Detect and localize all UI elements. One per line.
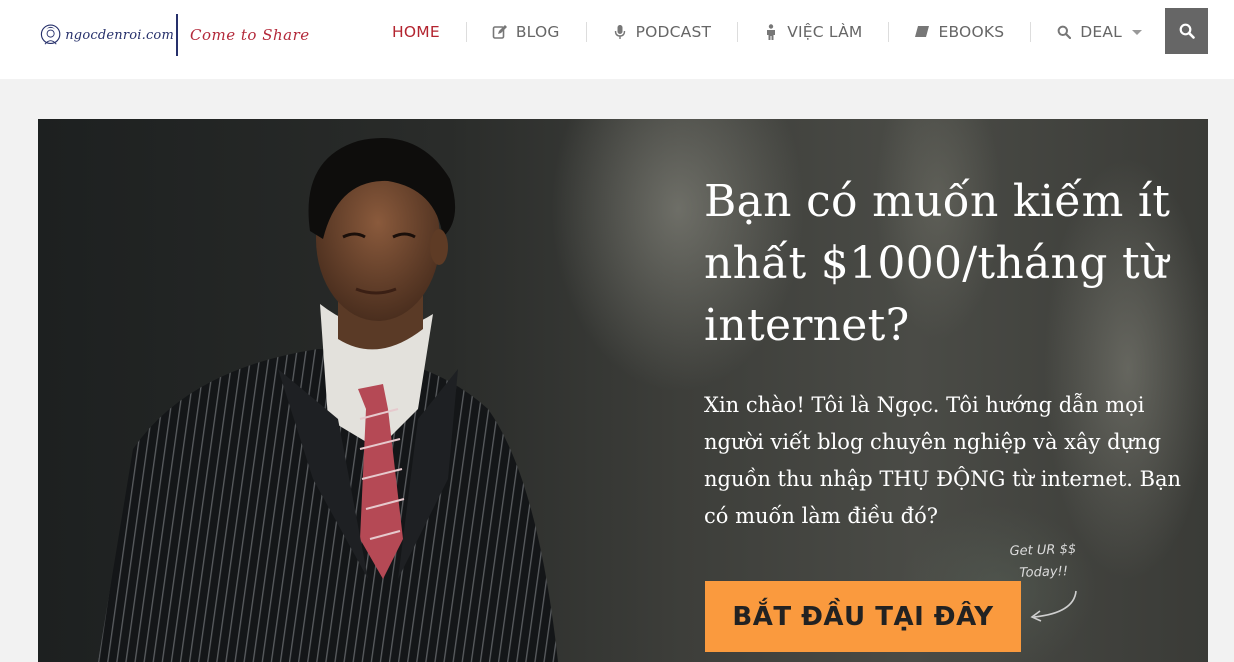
nav-item-home[interactable]: HOME — [366, 18, 466, 46]
nav-item-label: VIỆC LÀM — [787, 23, 863, 41]
edit-icon — [492, 24, 508, 40]
logo-text: ngocdenroi.com — [65, 27, 174, 43]
start-here-button[interactable]: BẮT ĐẦU TẠI ĐÂY — [705, 581, 1021, 652]
nav-item-label: DEAL — [1080, 23, 1123, 41]
nav-item-blog[interactable]: BLOG — [465, 18, 586, 46]
hero-portrait-image — [98, 138, 558, 662]
chevron-down-icon — [1132, 29, 1143, 35]
site-header: ngocdenroi.com Come to Share HOME BLOG P… — [0, 0, 1234, 79]
nav-item-label: EBOOKS — [938, 23, 1005, 41]
nav-item-podcast[interactable]: PODCAST — [585, 18, 738, 46]
nav-item-label: PODCAST — [635, 23, 712, 41]
hero-copy: Bạn có muốn kiếm ít nhất $1000/tháng từ … — [704, 171, 1184, 535]
microphone-icon — [612, 24, 628, 40]
hero-subtitle: Xin chào! Tôi là Ngọc. Tôi hướng dẫn mọi… — [704, 393, 1182, 528]
search-icon — [1056, 24, 1072, 40]
nav-item-ebooks[interactable]: EBOOKS — [888, 18, 1030, 46]
nav-item-viec-lam[interactable]: VIỆC LÀM — [737, 18, 888, 46]
cta-handwritten-note: Get UR $$ Today!! — [1009, 539, 1077, 585]
curved-arrow-icon — [1030, 590, 1077, 622]
hero-title: Bạn có muốn kiếm ít nhất $1000/tháng từ … — [704, 176, 1171, 351]
logo-portrait-icon — [40, 24, 61, 45]
note-line-1: Get UR $$ — [1009, 541, 1077, 560]
logo-mark: ngocdenroi.com — [40, 12, 174, 58]
main-nav: HOME BLOG PODCAST VIỆC LÀM EBOOKS DEAL — [366, 18, 1168, 46]
search-button[interactable] — [1165, 8, 1208, 54]
logo-divider — [176, 14, 178, 56]
nav-item-label: HOME — [392, 23, 440, 41]
nav-item-deal[interactable]: DEAL — [1030, 18, 1168, 46]
search-icon — [1179, 23, 1195, 39]
book-icon — [914, 24, 930, 40]
site-logo[interactable]: ngocdenroi.com Come to Share — [40, 12, 310, 58]
nav-item-label: BLOG — [515, 23, 560, 41]
person-icon — [763, 24, 779, 40]
logo-tagline: Come to Share — [190, 26, 310, 44]
